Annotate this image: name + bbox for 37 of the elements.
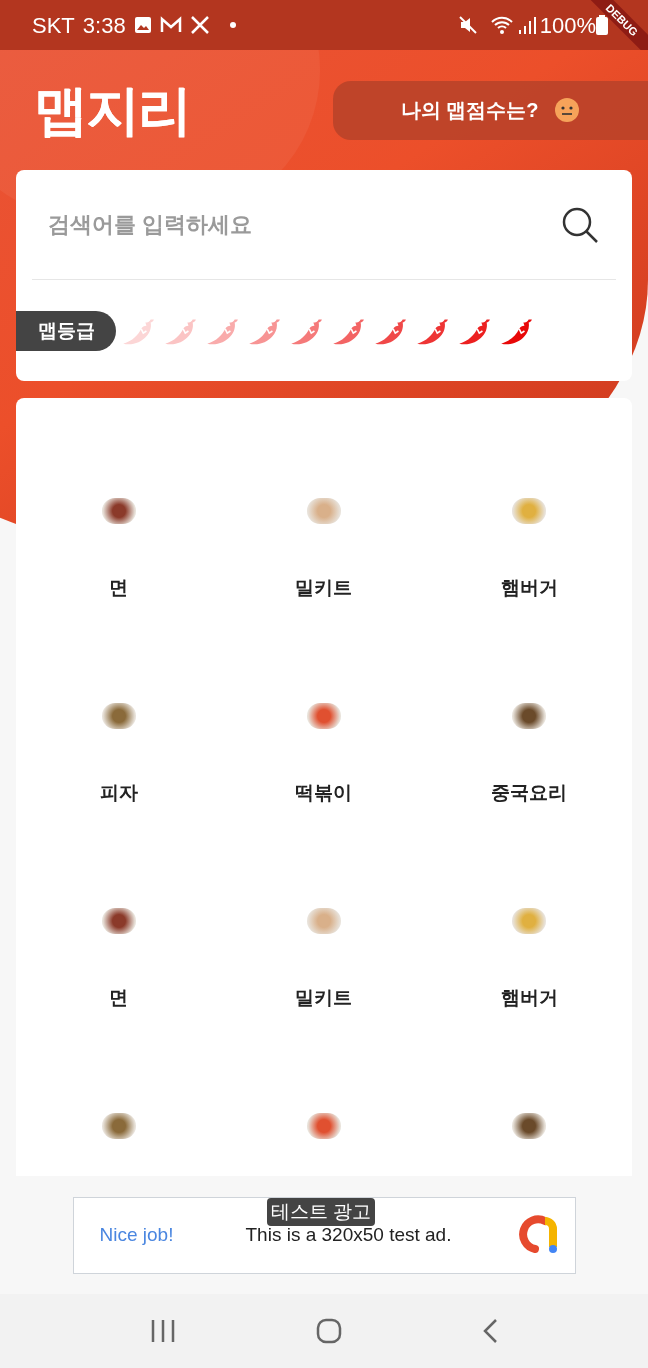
food-photo-placeholder[interactable]	[101, 498, 136, 524]
food-photo-placeholder[interactable]	[101, 1113, 136, 1139]
signal-icon	[517, 16, 536, 34]
recent-apps-icon[interactable]	[150, 1319, 176, 1343]
clock: 3:38	[82, 11, 126, 40]
category-label[interactable]: 면	[109, 984, 129, 1013]
food-photo-placeholder[interactable]	[101, 703, 136, 729]
back-icon[interactable]	[482, 1318, 498, 1344]
neutral-face-icon	[554, 97, 581, 123]
ad-headline: Nice job!	[99, 1222, 175, 1247]
search-field[interactable]: 검색어를 입력하세요	[48, 208, 560, 241]
category-label[interactable]: 면	[109, 574, 129, 603]
category-label[interactable]: 피자	[99, 779, 138, 808]
wifi-icon	[489, 15, 514, 35]
home-icon[interactable]	[316, 1318, 342, 1344]
test-ad-badge: 테스트 광고	[266, 1197, 375, 1226]
my-score-button[interactable]: 나의 맵점수는?	[333, 80, 648, 140]
food-photo-placeholder[interactable]	[101, 908, 136, 934]
food-photo-placeholder[interactable]	[512, 703, 547, 729]
mute-icon	[457, 15, 478, 35]
carrier: SKT	[32, 11, 75, 40]
image-icon	[133, 16, 152, 34]
category-label[interactable]: 떡볶이	[295, 779, 353, 808]
score-label: 나의 맵점수는?	[400, 98, 539, 123]
spice-level-label: 맵등급	[16, 311, 116, 351]
category-label[interactable]: 밀키트	[295, 574, 353, 603]
food-photo-placeholder[interactable]	[307, 1113, 341, 1139]
category-label[interactable]: 햄버거	[500, 574, 558, 603]
category-label[interactable]: 중국요리	[491, 779, 568, 808]
food-photo-placeholder[interactable]	[512, 1113, 547, 1139]
battery-percentage: 100%	[539, 11, 596, 40]
category-label[interactable]: 햄버거	[500, 984, 558, 1013]
category-label[interactable]: 밀키트	[295, 984, 353, 1013]
food-photo-placeholder[interactable]	[307, 703, 341, 729]
mail-icon	[159, 16, 182, 34]
ad-logo-icon	[518, 1215, 559, 1255]
test-ad-banner[interactable]: 테스트 광고 Nice job! This is a 320x50 test ad.	[72, 1196, 576, 1274]
